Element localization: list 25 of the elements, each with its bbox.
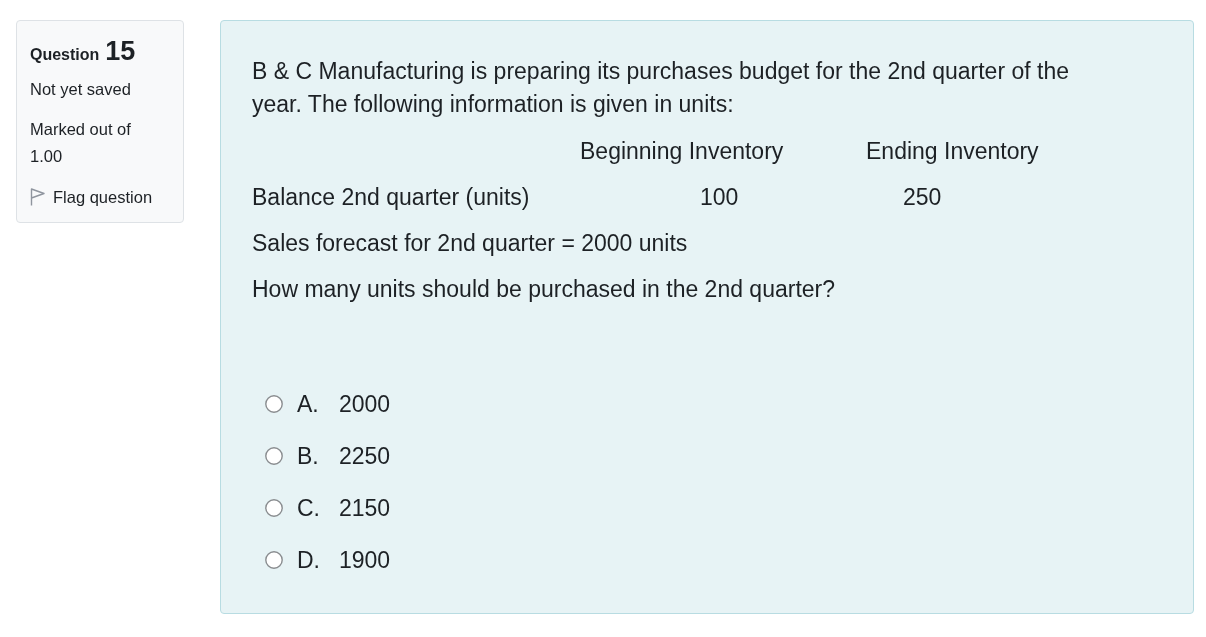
option-text: 2250 [339, 441, 391, 471]
status-text: Not yet saved [30, 79, 132, 100]
question-number: 15 [105, 35, 136, 68]
option-text: 2000 [339, 389, 391, 419]
table-cell-text: 250 [902, 183, 943, 212]
column-header: Beginning Inventory [580, 137, 785, 166]
row-label: Balance 2nd quarter (units) [252, 183, 531, 212]
radio-button[interactable] [265, 447, 283, 465]
option-letter: D. [297, 545, 321, 575]
option-text: 2150 [339, 493, 391, 523]
option-letter: B. [297, 441, 320, 471]
radio-button[interactable] [265, 499, 283, 517]
radio-button[interactable] [265, 395, 283, 413]
question-label: Question [30, 45, 100, 65]
option-letter: A. [297, 389, 320, 419]
marks-text: Marked out of 1.00 [30, 119, 132, 167]
column-header: Ending Inventory [866, 137, 1040, 166]
table-cell-text: 100 [699, 183, 740, 212]
question-prompt: How many units should be purchased in the 2nd quarter? [252, 275, 837, 304]
sales-forecast-text: Sales forecast for 2nd quarter = 2000 units [252, 229, 689, 258]
question-text: B & C Manufacturing is preparing its purchases budget for the 2nd quarter of the year. The following information is given in units: [252, 57, 1070, 119]
flag-question-link[interactable]: Flag question [30, 185, 153, 209]
option-letter: C. [297, 493, 321, 523]
option-text: 1900 [339, 545, 391, 575]
radio-button[interactable] [265, 551, 283, 569]
